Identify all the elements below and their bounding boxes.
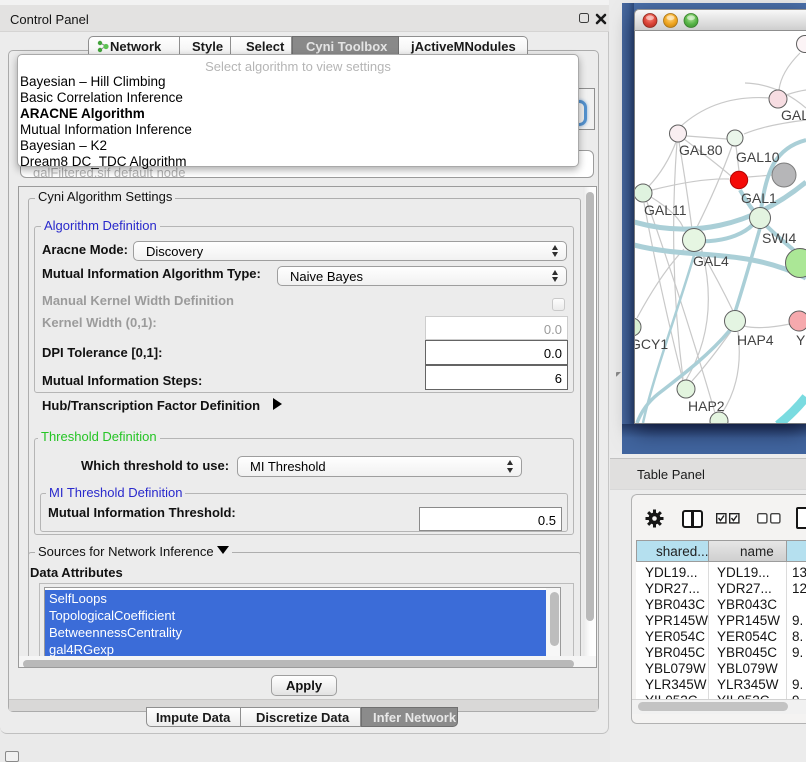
svg-text:GAL1: GAL1	[741, 190, 777, 206]
svg-text:HAP4: HAP4	[737, 332, 774, 348]
svg-text:GAL10: GAL10	[736, 149, 780, 165]
svg-text:GAL7: GAL7	[781, 107, 806, 123]
svg-text:HAP2: HAP2	[688, 398, 725, 414]
svg-text:GAL80: GAL80	[679, 142, 723, 158]
svg-text:GAL4: GAL4	[693, 253, 729, 269]
svg-text:SWI4: SWI4	[762, 230, 796, 246]
svg-text:GAL11: GAL11	[644, 202, 687, 218]
svg-text:GCY1: GCY1	[635, 336, 668, 352]
svg-text:YM: YM	[796, 332, 806, 348]
